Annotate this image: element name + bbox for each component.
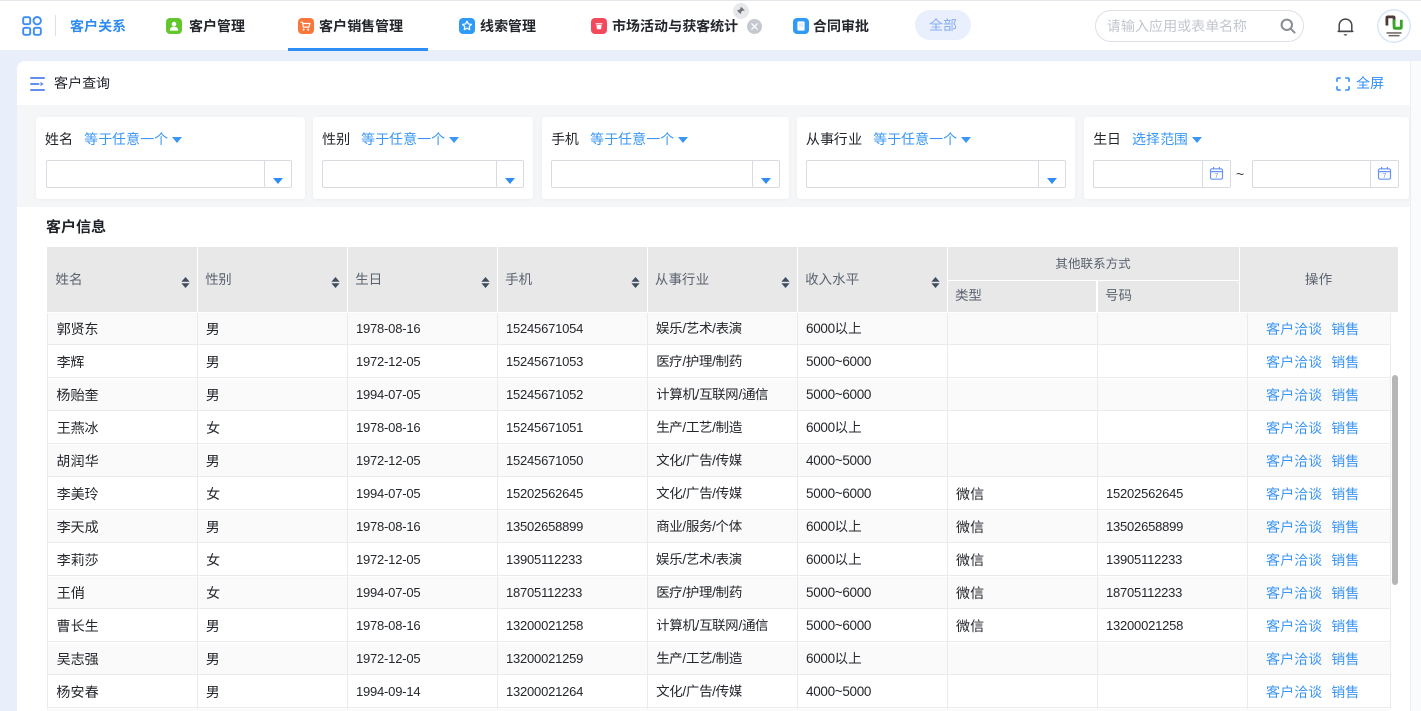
svg-text:7: 7 <box>1383 173 1387 180</box>
svg-text:7: 7 <box>1215 173 1219 180</box>
